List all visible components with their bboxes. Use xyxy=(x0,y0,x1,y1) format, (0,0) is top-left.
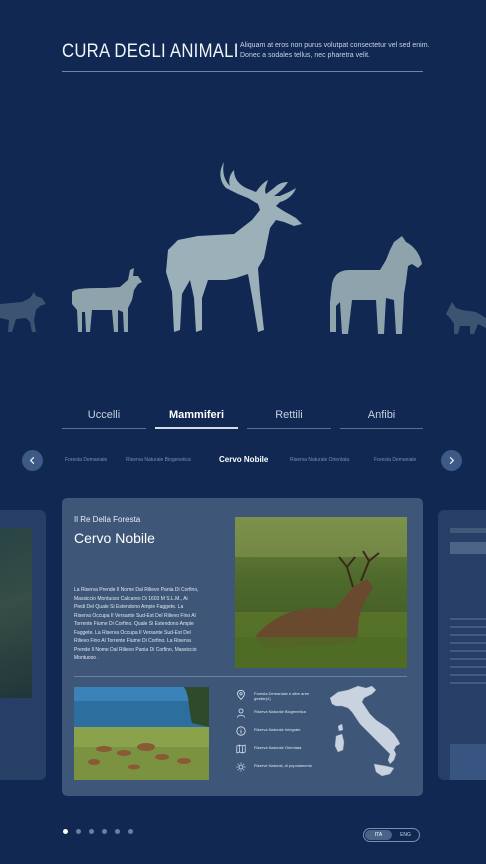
pagination-dot[interactable] xyxy=(128,829,133,834)
sub-nav-item-foresta-demaniale[interactable]: Foresta Demaniale xyxy=(65,457,107,463)
chevron-right-icon xyxy=(449,456,455,465)
feature-item[interactable]: Riserve Naturali, di popolamento xyxy=(236,762,316,780)
species-nav: Foresta Demaniale Riserva Naturale Bioge… xyxy=(22,450,464,472)
header-tagline: Aliquam at eros non purus volutpat conse… xyxy=(240,42,430,59)
category-tabs: Uccelli Mammiferi Rettili Anfibi xyxy=(62,405,423,429)
herd-photo xyxy=(74,687,209,780)
pagination-dot[interactable] xyxy=(89,829,94,834)
feature-item[interactable]: Riserva Naturale Orientata xyxy=(236,744,316,762)
tab-rettili[interactable]: Rettili xyxy=(247,405,331,429)
sub-nav-item-cervo-nobile[interactable]: Cervo Nobile xyxy=(219,455,268,464)
pagination-dot[interactable] xyxy=(115,829,120,834)
pagination-dot[interactable] xyxy=(63,829,68,834)
card-kicker: Il Re Della Foresta xyxy=(74,515,141,524)
next-card-title-placeholder xyxy=(450,542,486,554)
tab-mammiferi[interactable]: Mammiferi xyxy=(155,405,238,429)
feature-label: Foresta Demaniale e altre aree gestite(4… xyxy=(254,691,310,701)
header: CURA DEGLI ANIMALI Aliquam at eros non p… xyxy=(62,38,430,72)
fox-silhouette-icon[interactable] xyxy=(446,298,486,334)
goat-silhouette-icon[interactable] xyxy=(68,268,146,334)
feature-label: Riserva Naturale Orientata xyxy=(254,745,302,750)
next-card[interactable] xyxy=(438,510,486,780)
chevron-left-icon xyxy=(29,456,35,465)
pagination-dot[interactable] xyxy=(102,829,107,834)
card-divider xyxy=(74,676,407,677)
deer-silhouette-icon[interactable] xyxy=(164,162,308,334)
feature-item[interactable]: Riserva Naturale Biogenetica xyxy=(236,708,316,726)
feature-label: Riserva Naturale Integrale xyxy=(254,727,301,732)
person-icon xyxy=(237,708,245,718)
sub-nav-item-riserva-orientata[interactable]: Riserva Naturale Orientata xyxy=(290,457,349,463)
pagination-dot[interactable] xyxy=(76,829,81,834)
feature-list: Foresta Demaniale e altre aree gestite(4… xyxy=(236,690,316,780)
prev-button[interactable] xyxy=(22,450,43,471)
map-icon xyxy=(236,744,246,754)
tab-anfibi[interactable]: Anfibi xyxy=(340,405,423,429)
next-button[interactable] xyxy=(441,450,462,471)
italy-map[interactable] xyxy=(324,684,409,784)
sun-icon xyxy=(236,762,246,772)
next-card-photo xyxy=(450,744,486,780)
card-title: Cervo Nobile xyxy=(74,530,155,546)
language-switch: ITA ENG xyxy=(363,828,420,842)
feature-label: Riserve Naturali, di popolamento xyxy=(254,763,313,768)
feature-item[interactable]: Foresta Demaniale e altre aree gestite(4… xyxy=(236,690,316,708)
feature-label: Riserva Naturale Biogenetica xyxy=(254,709,306,714)
prev-card-photo xyxy=(0,528,32,698)
species-card: Il Re Della Foresta Cervo Nobile La Rise… xyxy=(62,498,423,796)
horse-silhouette-icon[interactable] xyxy=(328,236,428,336)
next-card-kicker-placeholder xyxy=(450,528,486,533)
next-card-text-placeholder xyxy=(450,618,486,688)
card-description: La Riserva Prende Il Nome Dal Rilievo Pa… xyxy=(74,587,199,661)
prev-card[interactable] xyxy=(0,510,46,780)
feature-item[interactable]: Riserva Naturale Integrale xyxy=(236,726,316,744)
info-icon xyxy=(236,726,246,736)
brand-title: CURA DEGLI ANIMALI xyxy=(62,41,239,62)
location-pin-icon xyxy=(237,690,245,700)
animal-carousel[interactable] xyxy=(0,150,486,350)
lang-ita-button[interactable]: ITA xyxy=(365,830,392,840)
lang-eng-button[interactable]: ENG xyxy=(392,830,419,840)
wolf-silhouette-icon[interactable] xyxy=(0,288,48,334)
sub-nav-item-foresta-demaniale-2[interactable]: Foresta Demaniale xyxy=(374,457,416,463)
deer-photo xyxy=(235,517,407,668)
sub-nav-item-riserva-biogenetica[interactable]: Riserva Naturale Biogenetica xyxy=(126,457,191,463)
tab-uccelli[interactable]: Uccelli xyxy=(62,405,146,429)
